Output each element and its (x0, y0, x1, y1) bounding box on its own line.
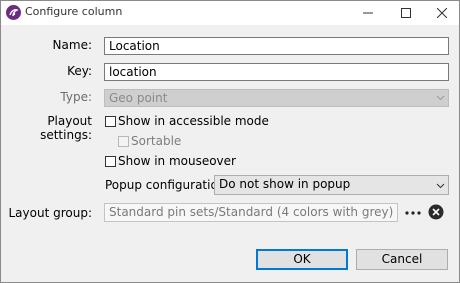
minimize-icon (363, 12, 373, 14)
maximize-icon (401, 8, 411, 18)
mouseover-label[interactable]: Show in mouseover (118, 154, 236, 168)
type-label: Type: (60, 90, 92, 104)
layout-group-label: Layout group: (8, 206, 92, 220)
title-bar: Configure column (1, 1, 459, 25)
cancel-button[interactable]: Cancel (356, 249, 448, 270)
clear-circle-icon (428, 204, 444, 220)
app-logo-icon (6, 5, 21, 20)
accessible-mode-checkbox[interactable] (105, 116, 116, 127)
popup-configuration-value: Do not show in popup (219, 177, 351, 191)
accessible-mode-label[interactable]: Show in accessible mode (118, 114, 269, 128)
type-select-value: Geo point (109, 91, 168, 105)
close-icon (437, 8, 447, 18)
popup-configuration-select[interactable]: Do not show in popup (214, 175, 449, 195)
window-title: Configure column (25, 5, 123, 18)
type-select: Geo point (104, 89, 449, 107)
layout-group-field: Standard pin sets/Standard (4 colors wit… (104, 203, 398, 222)
ok-button[interactable]: OK (256, 249, 348, 270)
popup-configuration-label: Popup configuration: (105, 178, 230, 192)
chevron-down-icon (436, 95, 445, 101)
configure-column-dialog: Configure column Name: Location Key: loc… (0, 0, 460, 283)
maximize-button[interactable] (389, 1, 423, 25)
name-label: Name: (52, 38, 92, 52)
mouseover-checkbox[interactable] (105, 156, 116, 167)
playout-settings-label: Playout settings: (40, 114, 92, 142)
key-input[interactable]: location (104, 63, 449, 81)
sortable-checkbox (118, 136, 129, 147)
close-button[interactable] (425, 1, 459, 25)
sortable-label: Sortable (131, 134, 182, 148)
ellipsis-button[interactable] (404, 205, 422, 219)
key-label: Key: (67, 64, 92, 78)
ellipsis-icon (405, 211, 421, 215)
chevron-down-icon (436, 183, 445, 189)
name-input[interactable]: Location (104, 37, 449, 55)
minimize-button[interactable] (351, 1, 385, 25)
clear-layout-group-button[interactable] (428, 204, 444, 220)
